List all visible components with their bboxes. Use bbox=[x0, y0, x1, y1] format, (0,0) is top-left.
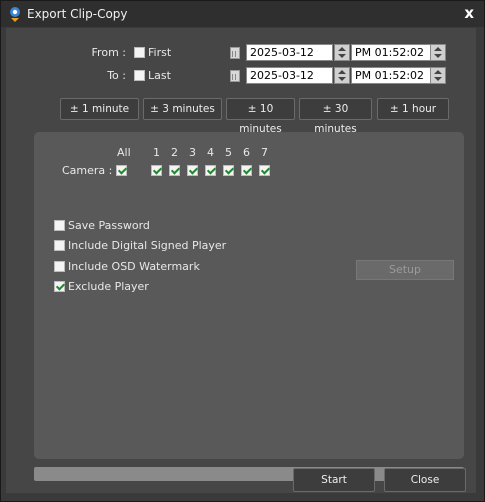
include-digital-signed-player-checkbox[interactable] bbox=[54, 240, 65, 251]
last-label: Last bbox=[148, 69, 171, 82]
last-checkbox[interactable] bbox=[134, 70, 145, 81]
from-time-field[interactable]: PM 01:52:02 bbox=[351, 44, 431, 61]
to-time-spinner[interactable] bbox=[430, 67, 446, 84]
camera-4-checkbox[interactable] bbox=[205, 165, 216, 176]
exclude-player-checkbox[interactable] bbox=[54, 281, 65, 292]
plus-minus-3-minutes-button[interactable]: ± 3 minutes bbox=[143, 98, 222, 120]
options-panel: All 1 2 3 4 5 6 7 Camera : Save Password… bbox=[34, 132, 464, 459]
to-label: To : bbox=[107, 69, 126, 82]
exclude-player-label: Exclude Player bbox=[68, 280, 149, 293]
from-time-spinner[interactable] bbox=[430, 44, 446, 61]
first-label: First bbox=[148, 46, 172, 59]
camera-number-7: 7 bbox=[261, 146, 268, 159]
to-date-field[interactable]: 2025-03-12 bbox=[246, 67, 333, 84]
include-digital-signed-player-label: Include Digital Signed Player bbox=[68, 239, 227, 252]
camera-number-1: 1 bbox=[153, 146, 160, 159]
include-osd-watermark-label: Include OSD Watermark bbox=[68, 260, 200, 273]
first-checkbox[interactable] bbox=[134, 47, 145, 58]
from-label: From : bbox=[91, 46, 126, 59]
camera-all-label: All bbox=[117, 146, 131, 159]
camera-label: Camera : bbox=[62, 164, 113, 177]
plus-minus-10-minutes-button[interactable]: ± 10 minutes bbox=[226, 98, 295, 135]
from-date-field[interactable]: 2025-03-12 bbox=[246, 44, 333, 61]
camera-number-3: 3 bbox=[189, 146, 196, 159]
close-icon[interactable]: x bbox=[464, 4, 474, 22]
include-osd-watermark-checkbox[interactable] bbox=[54, 261, 65, 272]
save-password-label: Save Password bbox=[68, 219, 150, 232]
camera-number-5: 5 bbox=[225, 146, 232, 159]
export-dialog: Export Clip-Copy x From : First 2025-03-… bbox=[0, 0, 485, 502]
camera-number-6: 6 bbox=[243, 146, 250, 159]
setup-button[interactable]: Setup bbox=[356, 260, 454, 280]
window-title: Export Clip-Copy bbox=[27, 7, 128, 21]
camera-pin-icon bbox=[10, 7, 20, 22]
camera-number-4: 4 bbox=[207, 146, 214, 159]
dialog-body: From : First 2025-03-12 PM 01:52:02 To :… bbox=[6, 28, 476, 493]
camera-number-2: 2 bbox=[171, 146, 178, 159]
camera-2-checkbox[interactable] bbox=[169, 165, 180, 176]
close-button[interactable]: Close bbox=[384, 468, 466, 492]
plus-minus-1-hour-button[interactable]: ± 1 hour bbox=[377, 98, 449, 120]
camera-6-checkbox[interactable] bbox=[241, 165, 252, 176]
start-button[interactable]: Start bbox=[293, 468, 375, 492]
camera-1-checkbox[interactable] bbox=[151, 165, 162, 176]
camera-3-checkbox[interactable] bbox=[187, 165, 198, 176]
from-date-spinner[interactable] bbox=[334, 44, 350, 61]
calendar-icon[interactable] bbox=[230, 47, 240, 59]
calendar-icon[interactable] bbox=[230, 70, 240, 82]
to-time-field[interactable]: PM 01:52:02 bbox=[351, 67, 431, 84]
save-password-checkbox[interactable] bbox=[54, 220, 65, 231]
to-date-spinner[interactable] bbox=[334, 67, 350, 84]
camera-all-checkbox[interactable] bbox=[116, 165, 127, 176]
camera-5-checkbox[interactable] bbox=[223, 165, 234, 176]
camera-7-checkbox[interactable] bbox=[259, 165, 270, 176]
plus-minus-30-minutes-button[interactable]: ± 30 minutes bbox=[299, 98, 372, 135]
title-bar: Export Clip-Copy x bbox=[1, 1, 484, 27]
plus-minus-1-minute-button[interactable]: ± 1 minute bbox=[60, 98, 139, 120]
